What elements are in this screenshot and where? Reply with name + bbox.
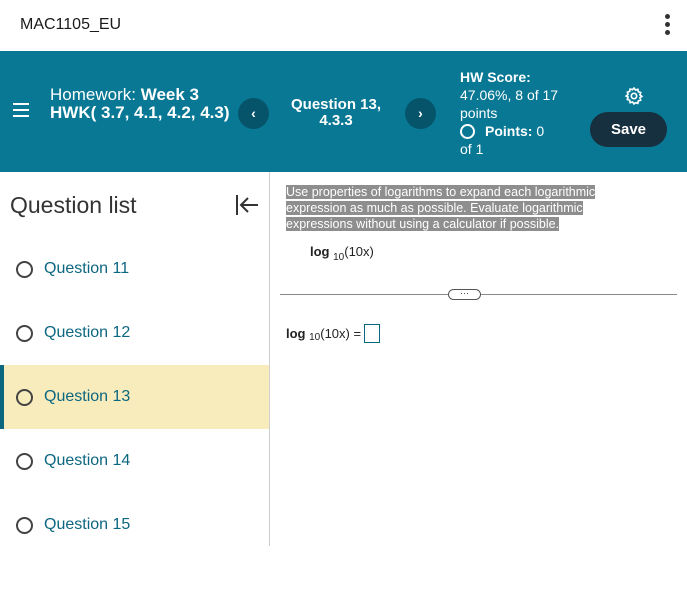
question-item-label: Question 14	[44, 452, 131, 469]
points-line: Points: 0	[460, 122, 580, 140]
radio-circle-icon	[16, 453, 33, 470]
chevron-left-icon: ‹	[251, 105, 256, 121]
question-item-label: Question 12	[44, 324, 131, 341]
question-instructions: Use properties of logarithms to expand e…	[286, 184, 616, 232]
radio-circle-icon	[16, 325, 33, 342]
question-item-label: Question 13	[44, 388, 131, 405]
radio-circle-icon	[16, 261, 33, 278]
homework-prefix: Homework:	[50, 85, 136, 104]
log-base: 10	[333, 252, 345, 263]
radio-circle-icon	[16, 517, 33, 534]
previous-question-button[interactable]: ‹	[238, 98, 269, 129]
question-item-label: Question 11	[44, 260, 130, 277]
radio-circle-icon	[460, 123, 475, 139]
hamburger-menu-icon[interactable]	[13, 103, 29, 117]
log-argument: (10x)	[344, 244, 374, 259]
gear-icon[interactable]	[624, 86, 644, 106]
log-argument: (10x)	[320, 326, 350, 341]
collapse-panel-icon[interactable]	[235, 194, 259, 216]
points-value: 0	[536, 123, 545, 139]
hw-score-panel: HW Score: 47.06%, 8 of 17 points Points:…	[460, 68, 580, 158]
question-list-panel: Question list Question 11 Question 12 Qu…	[0, 172, 270, 546]
equals-sign: =	[353, 326, 362, 341]
given-expression: log 10(10x)	[310, 244, 374, 263]
assignment-header: Homework: Week 3 HWK( 3.7, 4.1, 4.2, 4.3…	[0, 51, 687, 172]
kebab-menu-icon[interactable]	[662, 14, 672, 38]
question-list-item[interactable]: Question 15	[0, 493, 269, 557]
save-button[interactable]: Save	[590, 112, 667, 147]
question-list-item[interactable]: Question 14	[0, 429, 269, 493]
question-content: Use properties of logarithms to expand e…	[270, 172, 687, 602]
answer-input[interactable]	[364, 324, 381, 343]
question-list-item[interactable]: Question 11	[0, 237, 269, 301]
hw-score-label: HW Score:	[460, 69, 531, 85]
log-base: 10	[309, 332, 321, 343]
log-word: log	[286, 326, 306, 341]
course-name: MAC1105_EU	[20, 16, 122, 33]
points-label: Points:	[485, 123, 533, 139]
hw-score-value: 47.06%, 8 of 17 points	[460, 87, 559, 121]
question-list-title: Question list	[10, 192, 137, 218]
chevron-right-icon: ›	[418, 105, 423, 121]
question-item-label: Question 15	[44, 516, 131, 533]
homework-title: Homework: Week 3 HWK( 3.7, 4.1, 4.2, 4.3…	[50, 86, 230, 122]
log-word: log	[310, 244, 330, 259]
top-bar: MAC1105_EU	[0, 0, 687, 51]
points-of: of 1	[460, 141, 484, 157]
question-list-item-active[interactable]: Question 13	[0, 365, 269, 429]
radio-circle-icon	[16, 389, 33, 406]
next-question-button[interactable]: ›	[405, 98, 436, 129]
answer-row: log 10 (10x) =	[286, 324, 381, 343]
expand-more-button[interactable]: ···	[448, 289, 481, 300]
question-list-item[interactable]: Question 12	[0, 301, 269, 365]
instructions-text: Use properties of logarithms to expand e…	[286, 185, 596, 231]
question-title: Question 13, 4.3.3	[290, 96, 382, 129]
